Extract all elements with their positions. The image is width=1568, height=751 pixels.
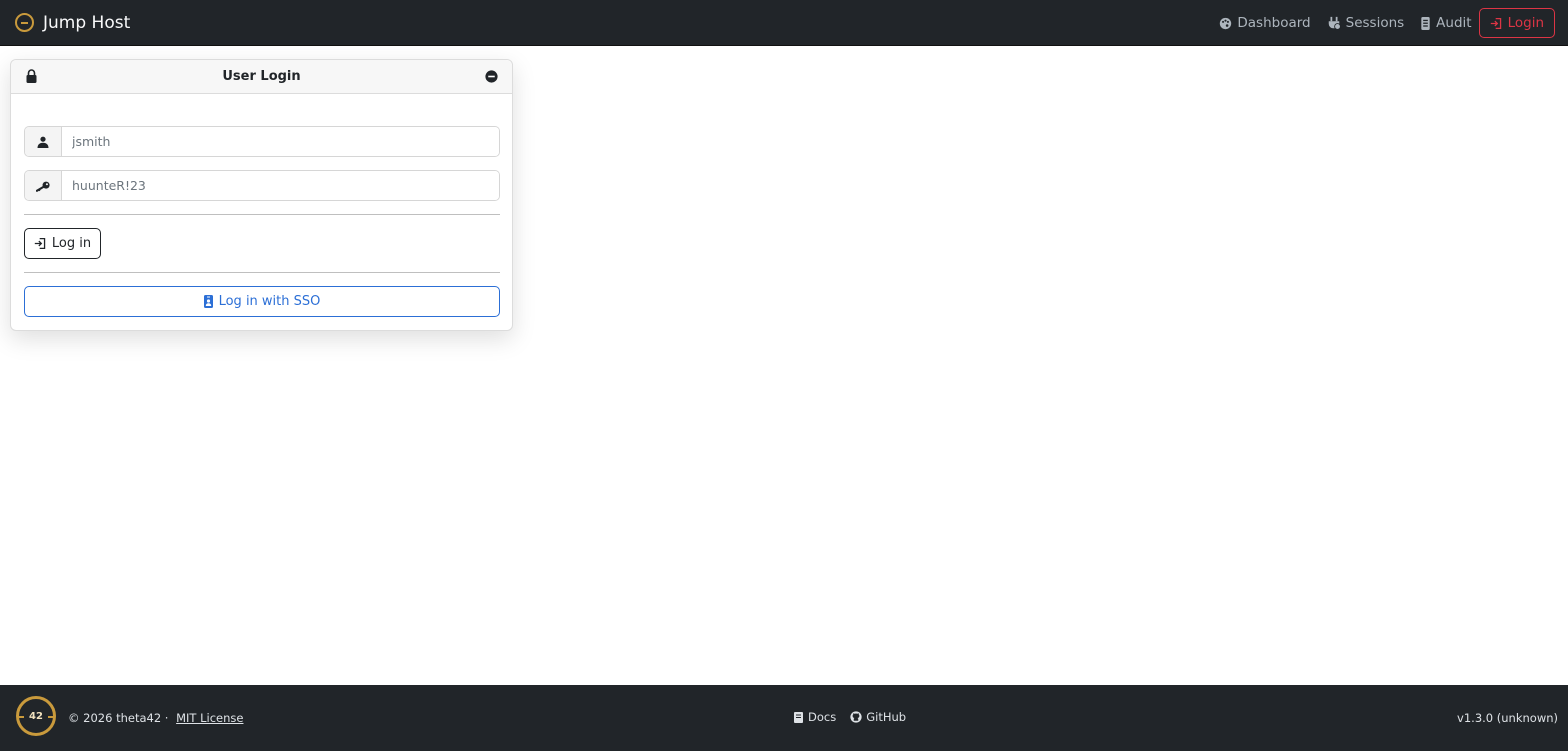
minimize-icon[interactable] bbox=[485, 70, 498, 83]
top-navbar: Jump Host Dashboard Sessions Audit Login bbox=[0, 0, 1568, 46]
log-in-label: Log in bbox=[51, 236, 92, 251]
divider bbox=[24, 272, 500, 273]
version-text: v1.3.0 (unknown) bbox=[1457, 711, 1558, 725]
person-icon bbox=[25, 127, 62, 156]
card-header: User Login bbox=[11, 60, 512, 94]
password-input[interactable] bbox=[62, 171, 499, 200]
docs-label: Docs bbox=[808, 710, 837, 724]
key-icon bbox=[25, 171, 62, 200]
password-group bbox=[24, 170, 500, 201]
person-badge-icon bbox=[203, 295, 213, 308]
docs-link[interactable]: Docs bbox=[794, 710, 836, 724]
plug-icon bbox=[1328, 16, 1341, 30]
theta42-logo-icon: 42 bbox=[16, 696, 56, 736]
mit-license-link[interactable]: MIT License bbox=[176, 711, 243, 725]
username-input[interactable] bbox=[62, 127, 499, 156]
log-in-button[interactable]: Log in bbox=[24, 228, 101, 259]
footer-links: Docs GitHub bbox=[794, 710, 920, 724]
sso-login-label: Log in with SSO bbox=[218, 294, 321, 309]
sso-login-button[interactable]: Log in with SSO bbox=[24, 286, 500, 317]
card-title: User Login bbox=[222, 69, 301, 84]
nav-label-audit: Audit bbox=[1436, 15, 1472, 31]
user-login-card: User Login Log in Log in with SSO bbox=[10, 59, 513, 331]
app-title: Jump Host bbox=[43, 12, 131, 33]
book-icon bbox=[794, 711, 803, 723]
nav-item-audit[interactable]: Audit bbox=[1420, 15, 1472, 31]
login-nav-label: Login bbox=[1507, 15, 1544, 31]
nav-menu: Dashboard Sessions Audit Login bbox=[1203, 8, 1555, 38]
github-link[interactable]: GitHub bbox=[850, 710, 906, 724]
lock-icon bbox=[26, 69, 37, 83]
box-arrow-in-right-icon bbox=[34, 237, 46, 250]
brand[interactable]: Jump Host bbox=[15, 13, 130, 33]
footer-logo-text: 42 bbox=[29, 710, 43, 722]
nav-item-dashboard[interactable]: Dashboard bbox=[1219, 15, 1311, 31]
nav-label-dashboard: Dashboard bbox=[1237, 15, 1311, 31]
github-icon bbox=[850, 711, 862, 723]
footer: 42 © 2026 theta42 · MIT License Docs Git… bbox=[0, 685, 1568, 751]
palette-icon bbox=[1220, 17, 1232, 29]
login-nav-button[interactable]: Login bbox=[1478, 8, 1555, 38]
copyright-text: © 2026 theta42 · bbox=[68, 711, 169, 725]
username-group bbox=[24, 126, 500, 157]
divider bbox=[24, 214, 500, 215]
nav-label-sessions: Sessions bbox=[1345, 15, 1405, 31]
nav-item-sessions[interactable]: Sessions bbox=[1327, 15, 1405, 31]
github-label: GitHub bbox=[866, 710, 907, 724]
footer-copyright: © 2026 theta42 · MIT License bbox=[68, 711, 243, 725]
journal-icon bbox=[1421, 16, 1430, 30]
box-arrow-in-right-icon bbox=[1490, 17, 1501, 29]
brand-logo-icon bbox=[15, 13, 34, 32]
